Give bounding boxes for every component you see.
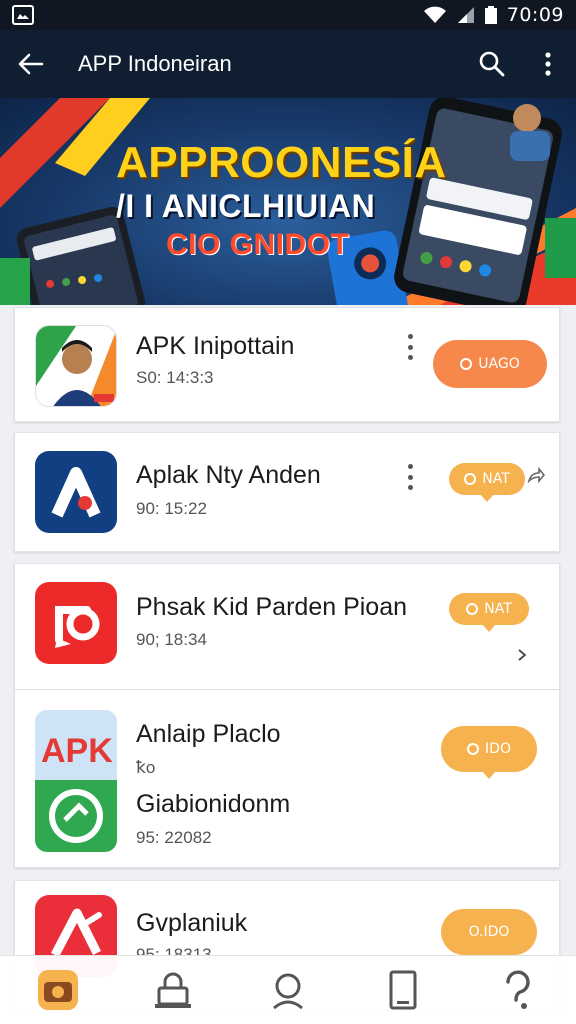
nav-camera[interactable] bbox=[28, 960, 88, 1020]
install-button[interactable]: O.IDO bbox=[441, 909, 537, 955]
app-name: Anlaip Placlo bbox=[136, 720, 281, 748]
install-button-label: IDO bbox=[485, 741, 511, 757]
signal-icon bbox=[457, 7, 474, 23]
more-vert-icon[interactable] bbox=[403, 334, 417, 360]
app-name: Gvplaniuk bbox=[136, 909, 248, 937]
bottom-navigation bbox=[0, 955, 576, 1024]
install-button[interactable]: NAT bbox=[449, 463, 525, 502]
circle-icon bbox=[466, 603, 479, 615]
promo-banner[interactable]: APPROONESÍA /I I ANICLHIUIAN CIO GNIDOT bbox=[0, 98, 576, 305]
profile-icon bbox=[272, 973, 303, 1010]
nav-profile[interactable] bbox=[258, 960, 318, 1020]
install-button[interactable]: NAT bbox=[449, 593, 529, 632]
lock-icon bbox=[154, 972, 191, 1008]
banner-tagline: CIO GNIDOT bbox=[166, 228, 350, 261]
install-button-label: NAT bbox=[482, 471, 510, 487]
app-meta: S0: 14:3:3 bbox=[136, 368, 214, 387]
app-icon bbox=[35, 451, 117, 533]
banner-headline: APPROONESÍA bbox=[116, 138, 447, 187]
app-list-item[interactable]: APK Inipottain S0: 14:3:3 UAGO bbox=[14, 307, 560, 422]
app-list-group: Phsak Kid Parden Pioan 90; 18:34 NAT APK… bbox=[14, 563, 560, 868]
app-list-item[interactable]: Aplak Nty Anden 90: 15:22 NAT bbox=[14, 432, 560, 552]
nav-lock[interactable] bbox=[143, 960, 203, 1020]
page-title: APP Indoneiran bbox=[78, 51, 232, 76]
nav-phone[interactable] bbox=[373, 960, 433, 1020]
status-time: 70:09 bbox=[506, 4, 564, 26]
overflow-menu-button[interactable] bbox=[520, 30, 576, 98]
circle-icon bbox=[467, 743, 480, 755]
chevron-right-icon[interactable] bbox=[515, 648, 529, 662]
app-name-secondary: Giabionidonm bbox=[136, 790, 291, 818]
app-list-item[interactable]: APK Anlaip Placlo ꝁo Giabionidonm 95: 22… bbox=[15, 690, 559, 868]
back-button[interactable] bbox=[0, 30, 62, 98]
app-icon: APK bbox=[35, 710, 117, 852]
app-meta: 90; 18:34 bbox=[136, 630, 207, 649]
install-button[interactable]: IDO bbox=[441, 726, 537, 779]
banner-subheadline: /I I ANICLHIUIAN bbox=[116, 188, 376, 224]
circle-icon bbox=[464, 473, 477, 485]
nav-help[interactable] bbox=[488, 960, 548, 1020]
help-icon bbox=[506, 970, 530, 1009]
search-button[interactable] bbox=[464, 30, 520, 98]
arrow-left-icon bbox=[18, 53, 44, 75]
battery-icon bbox=[484, 6, 497, 24]
app-list-item[interactable]: Phsak Kid Parden Pioan 90; 18:34 NAT bbox=[15, 564, 559, 690]
phone-icon bbox=[389, 970, 417, 1010]
install-button-label: NAT bbox=[484, 601, 512, 617]
install-button-label: O.IDO bbox=[468, 924, 510, 940]
wifi-icon bbox=[423, 6, 446, 23]
app-bar: APP Indoneiran bbox=[0, 30, 576, 98]
more-vert-icon[interactable] bbox=[403, 464, 417, 490]
status-bar: 70:09 bbox=[0, 0, 576, 30]
install-button-label: UAGO bbox=[478, 356, 520, 372]
circle-icon bbox=[460, 358, 473, 370]
app-name: Phsak Kid Parden Pioan bbox=[136, 593, 408, 621]
app-icon bbox=[35, 325, 117, 407]
app-name: Aplak Nty Anden bbox=[136, 461, 321, 489]
more-vert-icon bbox=[545, 52, 551, 76]
search-icon bbox=[479, 51, 505, 77]
app-meta: 95: 22082 bbox=[136, 828, 212, 847]
install-button[interactable]: UAGO bbox=[433, 340, 547, 388]
app-name: APK Inipottain bbox=[136, 332, 295, 360]
app-meta: 90: 15:22 bbox=[136, 499, 207, 518]
svg-text:APK: APK bbox=[41, 732, 113, 770]
camera-icon bbox=[37, 970, 78, 1010]
share-icon[interactable] bbox=[527, 467, 545, 483]
screenshot-icon bbox=[12, 5, 34, 25]
app-subtitle: ꝁo bbox=[136, 758, 156, 777]
app-icon bbox=[35, 582, 117, 664]
